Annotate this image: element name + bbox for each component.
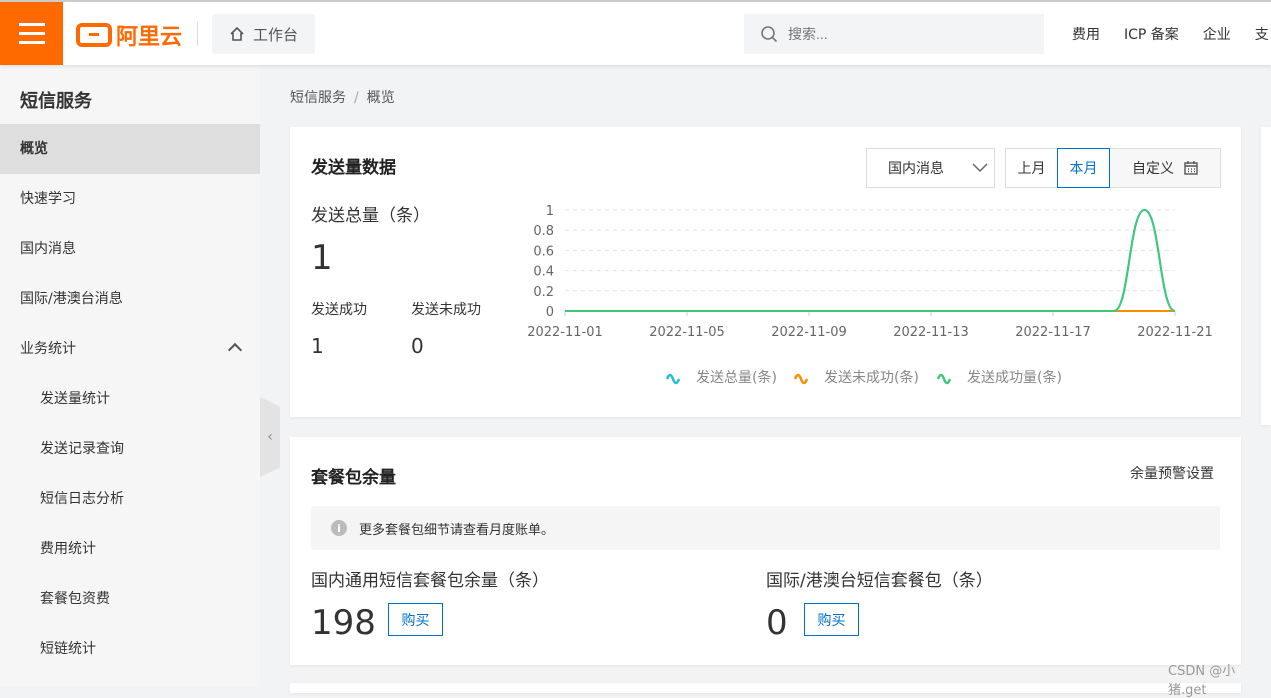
x-tick-label: 2022-11-21	[1137, 325, 1213, 340]
x-tick-label: 2022-11-17	[1015, 325, 1091, 340]
breadcrumb-sms[interactable]: 短信服务	[290, 90, 346, 106]
info-icon: i	[331, 520, 347, 536]
workspace-button[interactable]: 工作台	[212, 14, 315, 54]
breadcrumb: 短信服务 / 概览	[290, 90, 395, 106]
y-tick-label: 0	[546, 305, 554, 320]
sidebar: 短信服务 概览快速学习国内消息国际/港澳台消息 业务统计发送量统计发送记录查询 短信…	[0, 65, 260, 687]
custom-label: 自定义	[1132, 161, 1174, 177]
sidebar-item[interactable]: 快速学习	[0, 174, 260, 224]
home-icon	[230, 26, 244, 41]
sidebar-item[interactable]: 短链统计	[0, 624, 260, 674]
sidebar-item-label: 费用统计	[40, 541, 96, 557]
chevron-down-icon	[972, 163, 988, 173]
next-card	[290, 683, 1241, 693]
total-value: 1	[311, 238, 333, 278]
legend-icon	[793, 373, 809, 385]
sidebar-item[interactable]: 国内消息	[0, 224, 260, 274]
menu-icon[interactable]	[0, 2, 63, 65]
side-card	[1261, 127, 1271, 425]
search-icon	[761, 26, 778, 43]
sidebar-item[interactable]: 套餐包资费	[0, 574, 260, 624]
sidebar-item-label: 短信日志分析	[40, 491, 124, 507]
chevron-up-icon	[227, 342, 243, 358]
fail-value: 0	[411, 334, 424, 358]
collapse-sidebar-button[interactable]: ‹	[260, 397, 280, 477]
intl-package-label: 国际/港澳台短信套餐包（条）	[766, 571, 993, 591]
legend-item[interactable]: 发送未成功(条)	[824, 369, 919, 386]
nav-fees[interactable]: 费用	[1072, 24, 1100, 44]
nav-icp[interactable]: ICP 备案	[1124, 24, 1179, 44]
nav-support[interactable]: 支	[1255, 24, 1269, 44]
domestic-package-value: 198	[311, 603, 376, 643]
sidebar-item[interactable]: 概览	[0, 124, 260, 174]
top-bar: 阿里云 工作台 费用 ICP 备案 企业 支	[0, 0, 1271, 65]
info-tip: i 更多套餐包细节请查看月度账单。	[311, 506, 1220, 550]
logo-text: 阿里云	[116, 25, 183, 50]
y-tick-label: 0.4	[533, 265, 554, 280]
sidebar-item[interactable]: 业务统计	[0, 324, 260, 374]
sidebar-item-label: 短链统计	[40, 641, 96, 657]
sidebar-item-label: 发送记录查询	[40, 441, 124, 457]
legend-item[interactable]: 发送总量(条)	[696, 369, 777, 386]
sidebar-item-label: 业务统计	[20, 341, 76, 357]
sidebar-item-label: 套餐包资费	[40, 591, 110, 607]
aliyun-logo[interactable]: 阿里云	[76, 19, 182, 51]
fail-label: 发送未成功	[411, 302, 481, 318]
search-box[interactable]	[744, 14, 1044, 54]
divider	[197, 22, 198, 46]
success-value: 1	[311, 334, 324, 358]
tip-text: 更多套餐包细节请查看月度账单。	[359, 522, 555, 538]
breadcrumb-overview: 概览	[366, 90, 395, 106]
card-title: 发送量数据	[311, 158, 396, 178]
buy-intl-button[interactable]: 购买	[804, 603, 859, 636]
x-tick-label: 2022-11-13	[893, 325, 969, 340]
buy-domestic-button[interactable]: 购买	[388, 603, 443, 636]
series-line	[564, 208, 1176, 312]
sidebar-item[interactable]: 发送记录查询	[0, 424, 260, 474]
sidebar-item-label: 发送量统计	[40, 391, 110, 407]
total-label: 发送总量（条）	[311, 206, 430, 226]
package-title: 套餐包余量	[311, 468, 396, 488]
sidebar-title: 短信服务	[20, 91, 92, 112]
top-nav: 费用 ICP 备案 企业 支	[1072, 24, 1269, 44]
period-last-month[interactable]: 上月	[1006, 149, 1057, 187]
domestic-package-label: 国内通用短信套餐包余量（条）	[311, 571, 549, 591]
watermark: CSDN @小猪.get	[1168, 664, 1236, 698]
calendar-icon	[1184, 161, 1198, 175]
period-custom[interactable]: 自定义	[1110, 149, 1220, 187]
search-input[interactable]	[788, 26, 1028, 42]
sidebar-item-label: 国际/港澳台消息	[20, 291, 123, 307]
x-tick-label: 2022-11-05	[649, 325, 725, 340]
balance-alert-settings-link[interactable]: 余量预警设置	[1130, 463, 1214, 483]
sidebar-item[interactable]: 短信日志分析	[0, 474, 260, 524]
sidebar-item[interactable]: 费用统计	[0, 524, 260, 574]
intl-package-value: 0	[766, 603, 788, 643]
period-this-month[interactable]: 本月	[1057, 148, 1110, 188]
x-tick-label: 2022-11-09	[771, 325, 847, 340]
sidebar-item-label: 国内消息	[20, 241, 76, 257]
legend-item[interactable]: 发送成功量(条)	[967, 369, 1062, 386]
y-tick-label: 0.6	[533, 244, 554, 259]
message-type-select[interactable]: 国内消息	[866, 148, 995, 188]
period-selector: 上月 本月 自定义	[1005, 148, 1221, 188]
success-label: 发送成功	[311, 302, 367, 318]
sidebar-item-label: 概览	[20, 141, 48, 157]
legend-icon	[665, 373, 681, 385]
y-tick-label: 1	[546, 204, 554, 219]
sidebar-item[interactable]: 发送量统计	[0, 374, 260, 424]
y-tick-label: 0.2	[533, 285, 554, 300]
series-line	[564, 208, 1176, 312]
x-tick-label: 2022-11-01	[527, 325, 603, 340]
sidebar-item[interactable]: 国际/港澳台消息	[0, 274, 260, 324]
select-value: 国内消息	[888, 161, 944, 177]
send-volume-chart: 0 0.2 0.4 0.6 0.8 1 2022-11-01 2022-11-05 2022-1…	[527, 204, 1213, 386]
nav-enterprise[interactable]: 企业	[1203, 24, 1231, 44]
sidebar-item-label: 快速学习	[20, 191, 76, 207]
y-tick-label: 0.8	[533, 224, 554, 239]
workspace-label: 工作台	[252, 25, 298, 44]
legend-icon	[936, 373, 952, 385]
